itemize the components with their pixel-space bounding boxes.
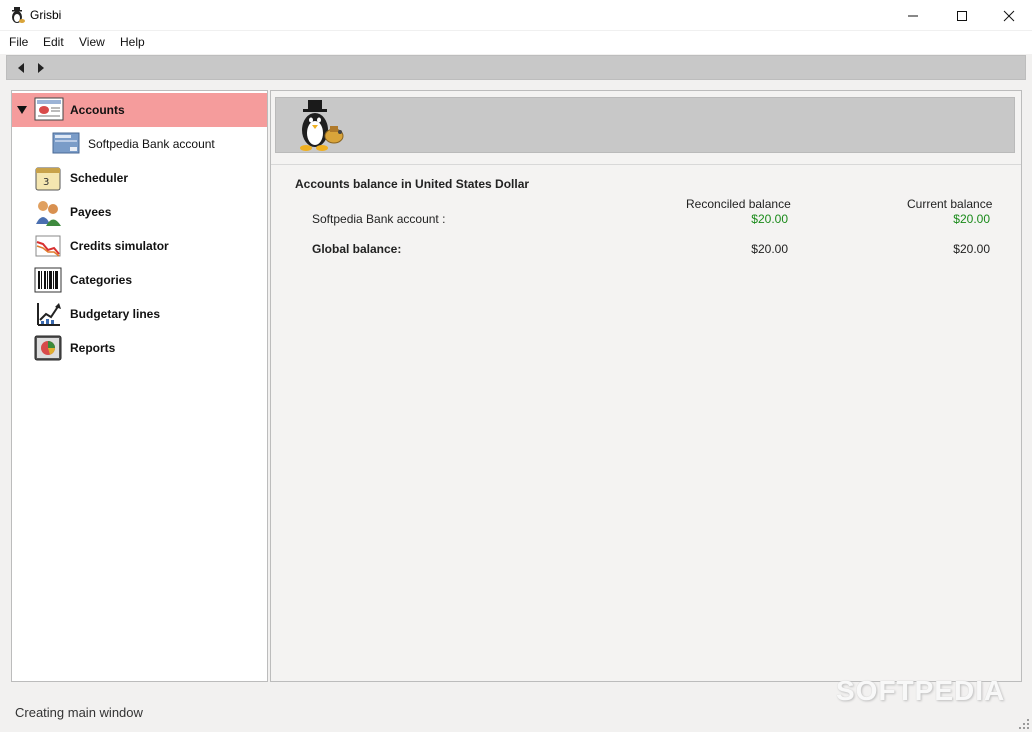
resize-grip-icon[interactable] — [1018, 718, 1030, 730]
maximize-icon — [957, 10, 967, 21]
window-title: Grisbi — [30, 8, 62, 22]
menu-bar: File Edit View Help — [0, 31, 1032, 54]
minimize-icon — [908, 15, 918, 16]
sidebar-item-payees[interactable]: Payees — [12, 195, 267, 229]
navigation-toolbar — [6, 55, 1026, 80]
grisbi-penguin-icon — [12, 7, 25, 23]
sidebar-item-budgetary-lines[interactable]: Budgetary lines — [12, 297, 267, 331]
global-current-value: $20.00 — [953, 242, 990, 256]
sidebar-item-label: Reports — [70, 341, 116, 355]
sidebar-item-credits-simulator[interactable]: Credits simulator — [12, 229, 267, 263]
watermark: SOFTPEDIA — [836, 675, 1006, 706]
sidebar-item-label: Budgetary lines — [70, 307, 161, 321]
header-banner — [275, 97, 1015, 153]
sidebar-item-label: Categories — [70, 273, 133, 287]
sidebar-item-accounts[interactable]: Accounts — [12, 93, 267, 127]
account-row-current-value: $20.00 — [953, 212, 990, 226]
sidebar-item-label: Scheduler — [70, 171, 129, 185]
forward-arrow-icon[interactable] — [35, 62, 47, 74]
account-row-name: Softpedia Bank account : — [312, 212, 446, 226]
sidebar-item-categories[interactable]: Categories — [12, 263, 267, 297]
accounts-summary: Accounts balance in United States Dollar… — [271, 164, 1021, 681]
sidebar-item-softpedia-bank-account[interactable]: Softpedia Bank account — [12, 127, 267, 161]
column-header-current: Current balance — [907, 197, 993, 211]
barcode-icon — [34, 267, 62, 293]
minimize-button[interactable] — [890, 0, 936, 31]
summary-heading: Accounts balance in United States Dollar — [295, 177, 530, 191]
calendar-icon: 3 — [35, 167, 61, 191]
global-reconciled-value: $20.00 — [751, 242, 788, 256]
status-text: Creating main window — [15, 705, 143, 720]
sidebar-item-reports[interactable]: Reports — [12, 331, 267, 365]
accounts-icon — [34, 97, 64, 121]
column-header-reconciled: Reconciled balance — [686, 197, 791, 211]
menu-file[interactable]: File — [9, 35, 28, 49]
navigation-sidebar: Accounts Softpedia Bank account 3 Schedu… — [11, 90, 268, 682]
credit-chart-icon — [35, 235, 61, 257]
sidebar-item-label: Softpedia Bank account — [88, 137, 215, 151]
bank-card-icon — [52, 132, 80, 154]
menu-help[interactable]: Help — [120, 35, 145, 49]
sidebar-item-label: Payees — [70, 205, 112, 219]
title-bar: Grisbi — [0, 0, 1032, 31]
close-icon — [1003, 10, 1015, 21]
global-balance-label: Global balance: — [312, 242, 402, 256]
sidebar-item-label: Accounts — [70, 103, 125, 117]
people-icon — [36, 201, 61, 226]
sidebar-item-label: Credits simulator — [70, 239, 169, 253]
back-arrow-icon[interactable] — [15, 62, 27, 74]
grisbi-mascot-icon — [300, 100, 344, 151]
account-row-reconciled-value: $20.00 — [751, 212, 788, 226]
menu-edit[interactable]: Edit — [43, 35, 64, 49]
main-panel: Accounts balance in United States Dollar… — [270, 90, 1022, 682]
expander-arrow-icon[interactable] — [17, 106, 27, 114]
reports-icon — [34, 335, 62, 361]
budget-chart-icon — [37, 303, 61, 326]
maximize-button[interactable] — [939, 0, 985, 31]
close-button[interactable] — [986, 0, 1032, 31]
menu-view[interactable]: View — [79, 35, 105, 49]
svg-text:3: 3 — [43, 177, 49, 188]
sidebar-item-scheduler[interactable]: 3 Scheduler — [12, 161, 267, 195]
